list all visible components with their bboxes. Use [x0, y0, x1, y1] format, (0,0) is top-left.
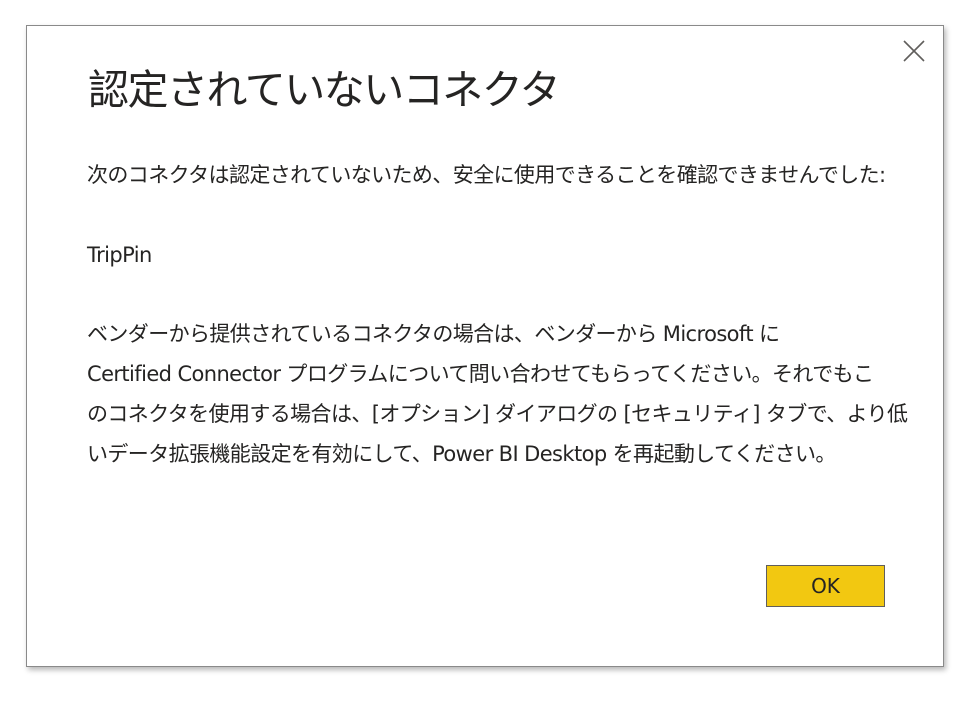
message-line-4: いデータ拡張機能設定を有効にして、Power BI Desktop を再起動して… — [87, 442, 836, 466]
uncertified-connector-dialog: 認定されていないコネクタ 次のコネクタは認定されていないため、安全に使用できるこ… — [26, 25, 944, 667]
close-button[interactable] — [900, 37, 928, 65]
ok-button[interactable]: OK — [766, 565, 885, 607]
message-line-3: のコネクタを使用する場合は、[オプション] ダイアログの [セキュリティ] タブ… — [87, 402, 908, 426]
intro-text: 次のコネクタは認定されていないため、安全に使用できることを確認できませんでした: — [87, 163, 886, 187]
dialog-title: 認定されていないコネクタ — [88, 66, 561, 114]
message-line-1: ベンダーから提供されているコネクタの場合は、ベンダーから Microsoft に — [87, 322, 780, 346]
message-line-2: Certified Connector プログラムについて問い合わせてもらってく… — [87, 362, 874, 386]
connector-name: TripPin — [87, 243, 152, 267]
close-icon — [903, 40, 925, 62]
